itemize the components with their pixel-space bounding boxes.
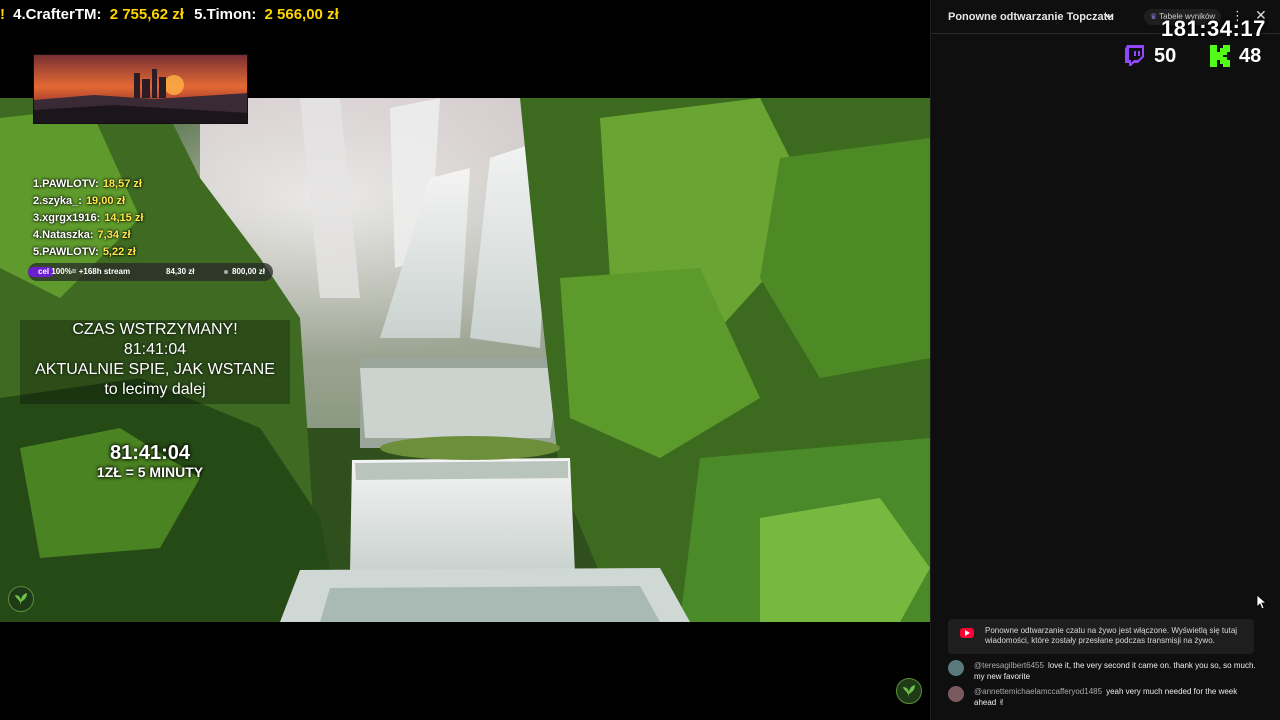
top-tips-list: 1.PAWLOTV: 18,57 zł 2.szyka_: 19,00 zł 3.x… — [33, 176, 143, 261]
goal-current-amount: 84,30 zł — [166, 267, 195, 276]
tip-row: 3.xgrgx1916: 14,15 zł — [33, 210, 143, 227]
subathon-timer: 81:41:04 — [109, 442, 191, 464]
kick-viewer-count: 48 — [1209, 44, 1261, 68]
kick-count: 48 — [1239, 44, 1262, 67]
tip-row: 4.Nataszka: 7,34 zł — [33, 227, 143, 244]
avatar[interactable] — [948, 686, 964, 702]
chat-panel: Ponowne odtwarzanie Topczatu ♛ Tabele wyn… — [930, 0, 1280, 720]
paused-message-cont: to lecimy dalej — [104, 381, 206, 398]
goal-target-amount: 800,00 zł — [232, 267, 265, 276]
paused-title: CZAS WSTRZYMANY! — [72, 321, 238, 338]
youtube-icon — [960, 628, 974, 638]
tip-amount: 19,00 zł — [85, 195, 126, 207]
chat-replay-notice: Ponowne odtwarzanie czatu na żywo jest w… — [948, 619, 1254, 654]
ticker-amount: 2 755,62 zł — [109, 6, 184, 23]
ticker-amount: 2 566,00 zł — [264, 6, 339, 23]
paused-notice: CZAS WSTRZYMANY! 81:41:04 AKTUALNIE SPIE… — [20, 320, 290, 404]
donation-goal-bar: cel 100%= +168h stream 84,30 zł 800,00 z… — [28, 263, 273, 281]
twitch-icon — [1125, 45, 1144, 66]
chevron-down-icon[interactable] — [1103, 10, 1115, 22]
leaf-icon — [8, 586, 34, 612]
kick-icon — [1210, 45, 1230, 67]
ticker-name: 5.Timon: — [194, 6, 257, 23]
ticker-item: 5.Timon: 2 566,00 zł — [194, 6, 341, 23]
twitch-count: 50 — [1154, 44, 1177, 67]
tip-label: 4.Nataszka: — [33, 229, 94, 241]
twitch-viewer-count: 50 — [1124, 44, 1176, 68]
goal-label: cel 100%= +168h stream — [38, 267, 131, 276]
tip-amount: 14,15 zł — [104, 212, 144, 224]
message-author[interactable]: @annettemichaelamccafferyod1485 — [974, 687, 1102, 696]
paused-message: AKTUALNIE SPIE, JAK WSTANE — [35, 361, 275, 378]
stream-clock: 181:34:17 — [1161, 16, 1266, 41]
crown-icon: ♛ — [1150, 12, 1158, 21]
tip-label: 2.szyka_: — [33, 195, 82, 207]
ticker-edge-mark: ! — [0, 6, 5, 23]
ticker-item: 4.CrafterTM: 2 755,62 zł — [13, 6, 190, 23]
city-sunset-thumbnail — [33, 54, 248, 124]
tip-amount: 7,34 zł — [97, 229, 131, 241]
tip-amount: 5,22 zł — [102, 246, 136, 258]
bottom-black-bar — [0, 622, 930, 720]
paused-time: 81:41:04 — [123, 341, 187, 358]
donor-ticker: ! 4.CrafterTM: 2 755,62 zł 5.Timon: 2 56… — [0, 0, 930, 30]
tip-amount: 18,57 zł — [102, 178, 142, 190]
leaf-icon — [896, 678, 922, 704]
tip-label: 3.xgrgx1916: — [33, 212, 101, 224]
timer-rate: 1ZŁ = 5 MINUTY — [96, 464, 204, 480]
message-author[interactable]: @teresagilbert6455 — [974, 661, 1044, 670]
tip-label: 5.PAWLOTV: — [33, 246, 99, 258]
ticker-name: 4.CrafterTM: — [13, 6, 102, 23]
tip-row: 2.szyka_: 19,00 zł — [33, 193, 143, 210]
tip-row: 1.PAWLOTV: 18,57 zł — [33, 176, 143, 193]
replay-notice-text: Ponowne odtwarzanie czatu na żywo jest w… — [985, 626, 1238, 645]
tip-row: 5.PAWLOTV: 5,22 zł — [33, 244, 143, 261]
goal-separator-dot — [224, 270, 228, 274]
tip-label: 1.PAWLOTV: — [33, 178, 99, 190]
chat-mode-dropdown[interactable]: Ponowne odtwarzanie Topczatu — [948, 11, 1114, 23]
avatar[interactable] — [948, 660, 964, 676]
mouse-cursor-icon — [1256, 594, 1268, 610]
